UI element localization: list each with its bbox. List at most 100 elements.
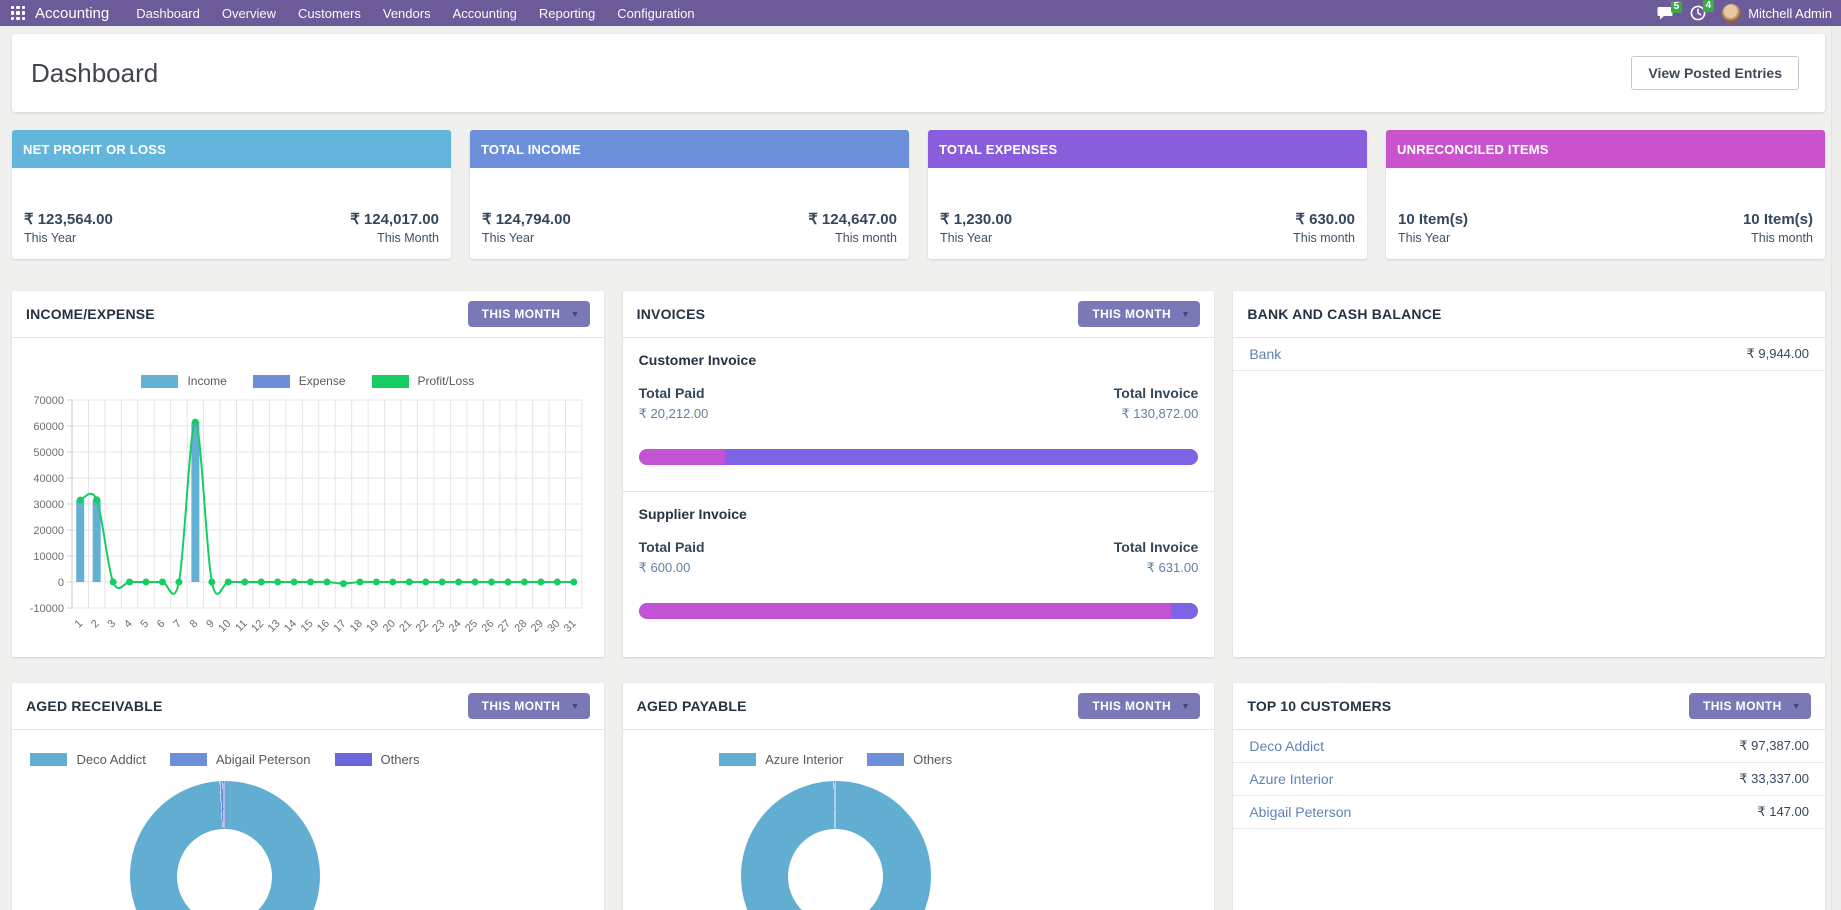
- svg-text:14: 14: [282, 618, 299, 635]
- kpi-year-value: 10 Item(s): [1398, 211, 1468, 228]
- invoices-period-dropdown[interactable]: THIS MONTH ▼: [1078, 301, 1200, 327]
- kpi-card-unreconciled-items[interactable]: UNRECONCILED ITEMS 10 Item(s) This Year …: [1386, 130, 1825, 259]
- view-posted-entries-button[interactable]: View Posted Entries: [1631, 56, 1799, 90]
- nav-item-vendors[interactable]: Vendors: [372, 0, 442, 26]
- svg-text:30: 30: [545, 618, 562, 635]
- legend-label: Abigail Peterson: [216, 752, 311, 767]
- customer-invoice-section: Customer Invoice Total Paid ₹ 20,212.00 …: [639, 352, 1199, 465]
- kpi-month-value: 10 Item(s): [1743, 211, 1813, 228]
- income-expense-period-dropdown[interactable]: THIS MONTH ▼: [468, 301, 590, 327]
- profit-loss-legend-swatch: [372, 375, 409, 388]
- customer-link[interactable]: Abigail Peterson: [1249, 804, 1351, 820]
- svg-text:-10000: -10000: [30, 603, 64, 615]
- legend-label: Deco Addict: [76, 752, 145, 767]
- nav-item-accounting[interactable]: Accounting: [442, 0, 528, 26]
- kpi-card-net-profit[interactable]: NET PROFIT OR LOSS ₹ 123,564.00 This Yea…: [12, 130, 451, 259]
- svg-text:7: 7: [171, 618, 184, 631]
- svg-text:22: 22: [414, 618, 431, 635]
- customer-amount: ₹ 33,337.00: [1739, 771, 1809, 787]
- panel-title: AGED PAYABLE: [637, 698, 747, 714]
- income-legend-label: Income: [187, 374, 226, 388]
- nav-item-reporting[interactable]: Reporting: [528, 0, 606, 26]
- svg-text:2: 2: [89, 618, 102, 631]
- supplier-invoice-progress-bar: [639, 603, 1199, 619]
- customer-row[interactable]: Azure Interior ₹ 33,337.00: [1233, 763, 1825, 796]
- svg-text:24: 24: [447, 618, 464, 635]
- total-paid-value[interactable]: ₹ 600.00: [639, 560, 705, 576]
- aged-payable-legend: Azure Interior Others: [719, 752, 952, 767]
- svg-text:8: 8: [188, 618, 201, 631]
- svg-text:19: 19: [364, 618, 381, 635]
- kpi-row: NET PROFIT OR LOSS ₹ 123,564.00 This Yea…: [12, 130, 1825, 259]
- svg-text:6: 6: [155, 618, 168, 631]
- kpi-card-total-income[interactable]: TOTAL INCOME ₹ 124,794.00 This Year ₹ 12…: [470, 130, 909, 259]
- kpi-year-value: ₹ 1,230.00: [940, 210, 1012, 228]
- kpi-year-label: This Year: [24, 231, 113, 245]
- income-legend-swatch: [141, 375, 178, 388]
- nav-item-configuration[interactable]: Configuration: [606, 0, 705, 26]
- svg-text:13: 13: [266, 618, 283, 635]
- total-paid-value[interactable]: ₹ 20,212.00: [639, 406, 709, 422]
- customer-invoice-paid-fill: [639, 449, 725, 465]
- kpi-card-header: NET PROFIT OR LOSS: [12, 130, 451, 168]
- activities-button[interactable]: 4: [1690, 5, 1706, 21]
- bank-row[interactable]: Bank ₹ 9,944.00: [1233, 338, 1825, 371]
- invoices-panel: INVOICES THIS MONTH ▼ Customer Invoice T…: [623, 291, 1215, 657]
- kpi-year-label: This Year: [1398, 231, 1468, 245]
- income-expense-chart[interactable]: -100000100002000030000400005000060000700…: [18, 390, 592, 656]
- chevron-down-icon: ▼: [570, 309, 579, 319]
- supplier-invoice-paid-fill: [639, 603, 1171, 619]
- svg-text:18: 18: [348, 618, 365, 635]
- svg-text:27: 27: [496, 618, 513, 635]
- kpi-month-value: ₹ 124,017.00: [350, 210, 439, 228]
- total-paid-label: Total Paid: [639, 385, 709, 401]
- kpi-card-header: TOTAL INCOME: [470, 130, 909, 168]
- customer-row[interactable]: Abigail Peterson ₹ 147.00: [1233, 796, 1825, 829]
- supplier-invoice-section: Supplier Invoice Total Paid ₹ 600.00 Tot…: [623, 491, 1215, 619]
- customer-link[interactable]: Azure Interior: [1249, 771, 1333, 787]
- svg-text:25: 25: [463, 618, 480, 635]
- aged-receivable-donut-chart[interactable]: [130, 781, 320, 910]
- svg-text:28: 28: [512, 618, 529, 635]
- legend-label: Azure Interior: [765, 752, 843, 767]
- aged-payable-period-dropdown[interactable]: THIS MONTH ▼: [1078, 693, 1200, 719]
- app-title[interactable]: Accounting: [35, 5, 109, 22]
- customer-link[interactable]: Deco Addict: [1249, 738, 1324, 754]
- expense-legend-label: Expense: [299, 374, 346, 388]
- customer-amount: ₹ 97,387.00: [1739, 738, 1809, 754]
- aged-payable-donut-chart[interactable]: [741, 781, 931, 910]
- total-invoice-value[interactable]: ₹ 631.00: [1114, 560, 1199, 576]
- total-invoice-value[interactable]: ₹ 130,872.00: [1114, 406, 1199, 422]
- aged-receivable-period-dropdown[interactable]: THIS MONTH ▼: [468, 693, 590, 719]
- legend-swatch: [335, 753, 372, 766]
- bank-link[interactable]: Bank: [1249, 346, 1281, 362]
- svg-text:4: 4: [122, 618, 135, 631]
- messages-button[interactable]: 5: [1657, 6, 1674, 21]
- panel-title: INCOME/EXPENSE: [26, 306, 155, 322]
- user-menu[interactable]: Mitchell Admin: [1722, 4, 1832, 23]
- nav-item-customers[interactable]: Customers: [287, 0, 372, 26]
- income-expense-legend: Income Expense Profit/Loss: [18, 374, 598, 388]
- activities-badge: 4: [1703, 0, 1715, 12]
- legend-swatch: [719, 753, 756, 766]
- svg-text:9: 9: [204, 618, 217, 631]
- vertical-scrollbar[interactable]: [1831, 26, 1841, 910]
- svg-text:16: 16: [315, 618, 332, 635]
- svg-text:17: 17: [331, 618, 348, 635]
- apps-menu-icon[interactable]: [11, 6, 25, 20]
- svg-text:10: 10: [216, 618, 233, 635]
- panel-title: TOP 10 CUSTOMERS: [1247, 698, 1391, 714]
- nav-item-dashboard[interactable]: Dashboard: [125, 0, 211, 26]
- control-panel: Dashboard View Posted Entries: [12, 34, 1825, 112]
- aged-receivable-legend: Deco Addict Abigail Peterson Others: [30, 752, 419, 767]
- kpi-year-label: This Year: [940, 231, 1012, 245]
- expense-legend-swatch: [253, 375, 290, 388]
- kpi-month-label: This month: [808, 231, 897, 245]
- kpi-month-label: This Month: [350, 231, 439, 245]
- nav-item-overview[interactable]: Overview: [211, 0, 287, 26]
- top-customers-period-dropdown[interactable]: THIS MONTH ▼: [1689, 693, 1811, 719]
- customer-row[interactable]: Deco Addict ₹ 97,387.00: [1233, 730, 1825, 763]
- kpi-card-total-expenses[interactable]: TOTAL EXPENSES ₹ 1,230.00 This Year ₹ 63…: [928, 130, 1367, 259]
- svg-text:0: 0: [58, 577, 64, 589]
- kpi-card-header: UNRECONCILED ITEMS: [1386, 130, 1825, 168]
